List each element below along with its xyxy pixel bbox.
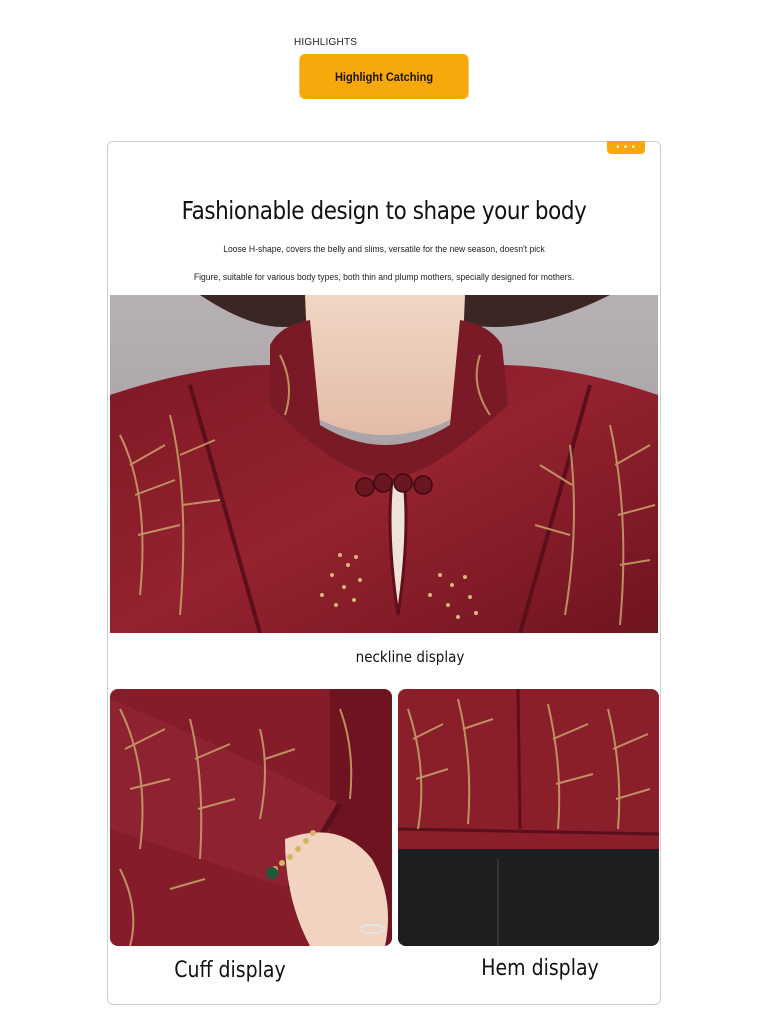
hem-photo [398, 689, 659, 946]
section-eyebrow: HIGHLIGHTS [294, 37, 358, 48]
card-corner-tab: • • • [607, 141, 645, 154]
card-description-line-2: Figure, suitable for various body types,… [193, 272, 575, 283]
card-headline: Fashionable design to shape your body [181, 196, 587, 225]
cuff-photo [110, 689, 392, 946]
highlight-catching-badge: Highlight Catching [299, 54, 469, 99]
card-description-line-1: Loose H-shape, covers the belly and slim… [223, 244, 545, 255]
cuff-caption: Cuff display [174, 958, 286, 983]
hem-caption: Hem display [481, 956, 599, 981]
neckline-caption: neckline display [355, 648, 465, 666]
product-detail-page: HIGHLIGHTS Highlight Catching • • • Fash… [0, 0, 768, 1024]
neckline-photo [110, 295, 658, 633]
